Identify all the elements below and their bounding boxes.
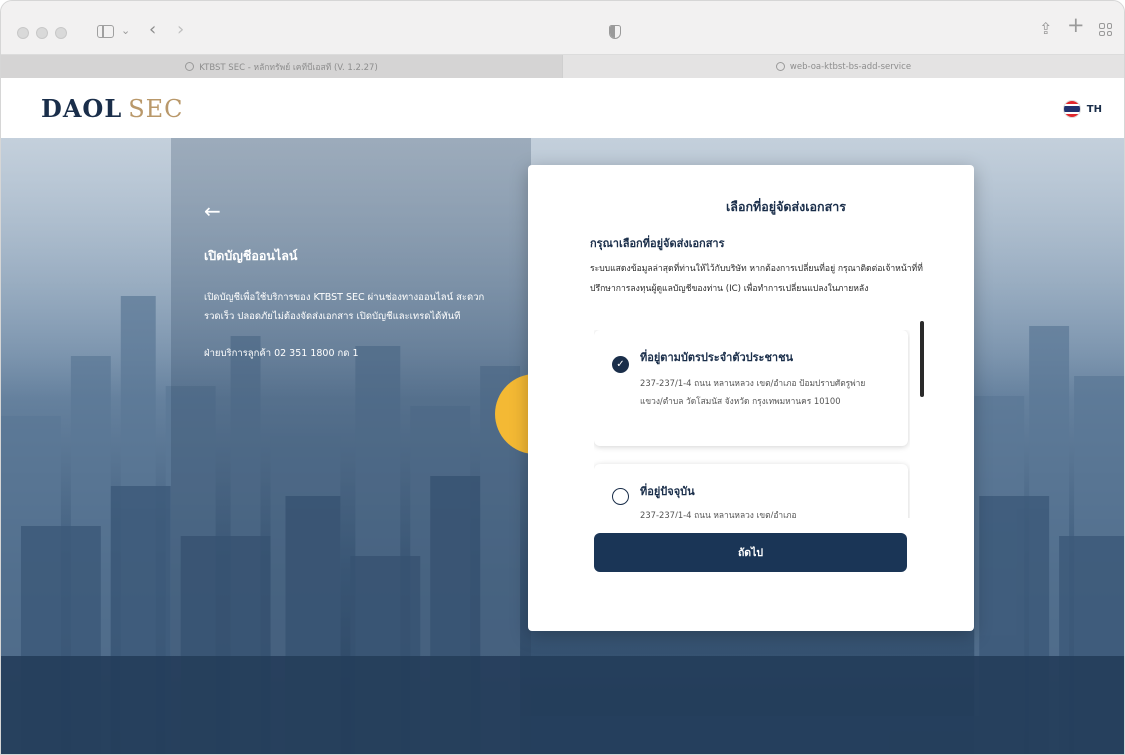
tab-overview-icon[interactable] <box>1099 23 1112 36</box>
browser-toolbar: ⌄ ‹ › ⇪ + <box>1 1 1124 54</box>
address-option-current[interactable]: ที่อยู่ปัจจุบัน 237-237/1-4 ถนน หลานหลวง… <box>594 464 908 518</box>
chevron-down-icon[interactable]: ⌄ <box>121 23 130 38</box>
site-header: DAOL SEC TH <box>1 78 1124 138</box>
intro-title: เปิดบัญชีออนไลน์ <box>204 248 298 263</box>
card-description: ระบบแสดงข้อมูลล่าสุดที่ท่านให้ไว้กับบริษ… <box>590 264 923 294</box>
favicon-icon <box>185 62 195 71</box>
minimize-window-button[interactable] <box>36 27 48 39</box>
zoom-window-button[interactable] <box>55 27 67 39</box>
logo-primary: DAOL <box>41 94 123 123</box>
language-label: TH <box>1086 103 1102 115</box>
daol-sec-logo[interactable]: DAOL SEC <box>41 94 184 123</box>
option-address: 237-237/1-4 ถนน หลานหลวง เขต/อำเภอ <box>640 510 797 518</box>
tab-title: KTBST SEC - หลักทรัพย์ เคทีบีเอสที (V. 1… <box>199 62 378 73</box>
browser-window: ⌄ ‹ › ⇪ + KTBST SEC - หลักทรัพย์ เคทีบีเ… <box>0 0 1125 755</box>
window-controls <box>17 27 67 39</box>
arrow-left-icon[interactable]: ← <box>204 201 221 221</box>
language-switcher[interactable]: TH <box>1062 100 1102 118</box>
option-title: ที่อยู่ปัจจุบัน <box>640 485 695 498</box>
tab-title: web-oa-ktbst-bs-add-service <box>789 61 912 72</box>
close-window-button[interactable] <box>17 27 29 39</box>
share-icon[interactable]: ⇪ <box>1039 21 1052 37</box>
tab-bar: KTBST SEC - หลักทรัพย์ เคทีบีเอสที (V. 1… <box>1 54 1124 78</box>
card-subtitle: กรุณาเลือกที่อยู่จัดส่งเอกสาร <box>590 237 725 250</box>
radio-unchecked-icon[interactable] <box>612 488 629 505</box>
intro-panel: ← เปิดบัญชีออนไลน์ เปิดบัญชีเพื่อใช้บริก… <box>204 201 524 361</box>
tab-ktbst-sec[interactable]: KTBST SEC - หลักทรัพย์ เคทีบีเอสที (V. 1… <box>1 55 562 78</box>
options-scrollbar[interactable] <box>920 321 924 397</box>
option-address: 237-237/1-4 ถนน หลานหลวง เขต/อำเภอ ป้อมป… <box>640 378 866 406</box>
customer-service-contact: ฝ่ายบริการลูกค้า 02 351 1800 กด 1 <box>204 348 359 359</box>
card-title: เลือกที่อยู่จัดส่งเอกสาร <box>726 199 846 214</box>
radio-checked-icon[interactable]: ✓ <box>612 356 629 373</box>
address-options-list[interactable]: ✓ ที่อยู่ตามบัตรประจำตัวประชาชน 237-237/… <box>594 330 910 518</box>
tab-web-oa[interactable]: web-oa-ktbst-bs-add-service <box>562 55 1124 78</box>
option-title: ที่อยู่ตามบัตรประจำตัวประชาชน <box>640 351 794 364</box>
logo-secondary: SEC <box>128 95 184 123</box>
forward-icon[interactable]: › <box>177 21 184 39</box>
privacy-shield-icon[interactable] <box>609 25 621 39</box>
sidebar-toggle-icon[interactable] <box>97 25 114 38</box>
back-icon[interactable]: ‹ <box>149 21 156 39</box>
intro-description: เปิดบัญชีเพื่อใช้บริการของ KTBST SEC ผ่า… <box>204 292 485 322</box>
address-option-id-card[interactable]: ✓ ที่อยู่ตามบัตรประจำตัวประชาชน 237-237/… <box>594 330 908 446</box>
address-selection-card: เลือกที่อยู่จัดส่งเอกสาร กรุณาเลือกที่อย… <box>528 165 974 631</box>
thai-flag-icon <box>1062 100 1081 118</box>
next-button[interactable]: ถัดไป <box>594 533 907 572</box>
favicon-icon <box>775 62 785 71</box>
new-tab-icon[interactable]: + <box>1067 15 1085 36</box>
